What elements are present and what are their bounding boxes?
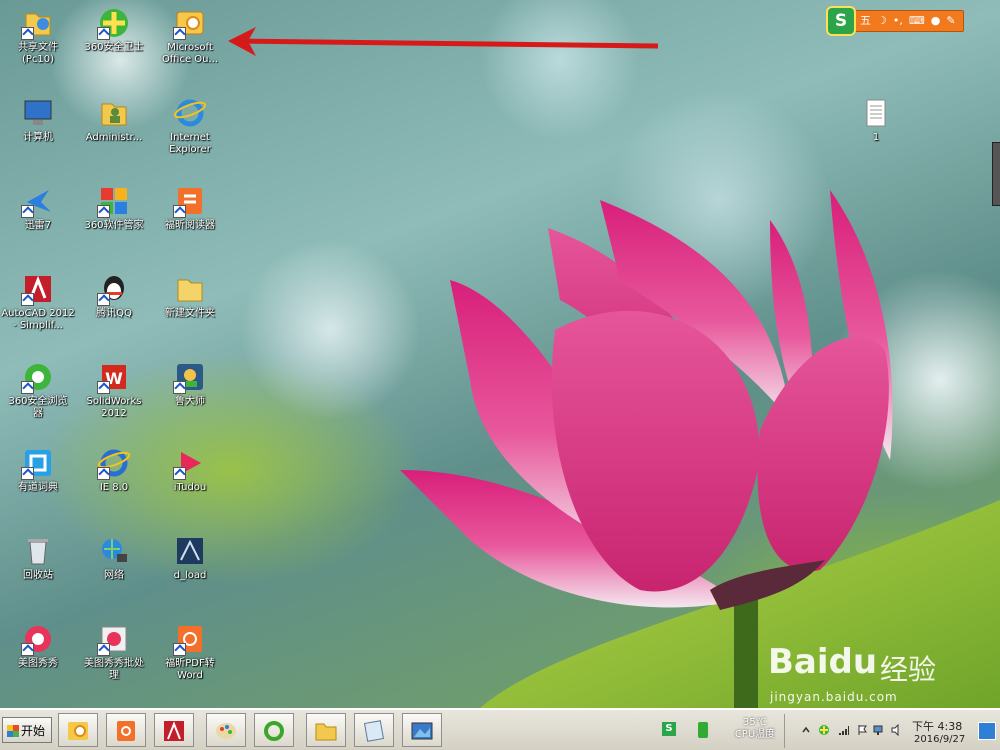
autocad-icon [164,721,184,741]
windows-flag-icon [7,725,19,737]
quick-launch-paint[interactable] [206,713,246,747]
keyboard-icon[interactable]: ⌨ [909,12,925,30]
quick-launch-outlook[interactable] [58,713,98,747]
show-desktop-button[interactable] [978,722,996,740]
quick-launch-folder[interactable] [306,713,346,747]
foxit-pdf-icon [117,721,135,741]
wrench-icon[interactable]: ✎ [946,12,955,30]
show-hidden-icons-icon[interactable] [800,724,812,736]
tray-divider [784,714,785,748]
taskbar: 开始 S 35℃ CPU温度 下午 4:38 2016/9/27 [0,708,1000,750]
cpu-temp-label: CPU温度 [734,729,776,740]
quick-launch-autocad[interactable] [154,713,194,747]
clock-date[interactable]: 2016/9/27 [914,734,965,745]
signal-icon[interactable] [838,724,850,736]
sogou-ime-icon[interactable]: S [826,6,856,36]
folder-icon [315,723,337,741]
cpu-temp-value: 35℃ [743,717,767,728]
system-tray: S 35℃ CPU温度 下午 4:38 2016/9/27 [658,714,998,748]
quick-launch-ie[interactable] [254,713,294,747]
quick-launch-foxit-pdf[interactable] [106,713,146,747]
edge-handle[interactable] [992,142,1000,206]
quick-launch-desktop-image[interactable] [402,713,442,747]
clock-time[interactable]: 下午 4:38 [912,718,962,734]
network-tray-icon[interactable] [872,724,884,736]
notepad-icon [363,720,385,742]
desktop[interactable]: 共享文件 (Pc10) 360安全卫士 Microsoft Office Ou.… [0,0,1000,708]
watermark-cn: 经验 [880,653,937,686]
paint-icon [216,723,236,739]
action-center-flag-icon[interactable] [856,724,868,736]
360-tray-icon[interactable] [818,724,830,736]
watermark-main-2: du [828,642,878,682]
watermark-main: Bai [768,642,829,682]
user-icon[interactable]: ● [931,12,941,30]
start-label: 开始 [21,724,46,738]
annotation-arrow [228,27,659,56]
volume-icon[interactable] [890,724,902,736]
watermark-url: jingyan.baidu.com [770,690,898,704]
ime-mode[interactable]: 五 [860,12,871,30]
usb-icon[interactable] [698,722,708,738]
outlook-icon [68,722,88,740]
sogou-tray-icon[interactable]: S [662,722,676,736]
ime-toolbar[interactable]: S 五 ☽ •, ⌨ ● ✎ [826,6,964,36]
ime-status-strip[interactable]: 五 ☽ •, ⌨ ● ✎ [852,10,964,32]
cpu-temperature[interactable]: 35℃ CPU温度 [732,717,778,741]
quick-launch-notepad[interactable] [354,713,394,747]
moon-icon[interactable]: ☽ [877,12,887,30]
ie-icon [264,721,284,741]
desktop-image-icon [411,722,433,740]
punctuation-icon[interactable]: •, [893,12,903,30]
start-button[interactable]: 开始 [2,717,52,743]
baidu-watermark: Baidu 经验 jingyan.baidu.com [768,640,978,706]
